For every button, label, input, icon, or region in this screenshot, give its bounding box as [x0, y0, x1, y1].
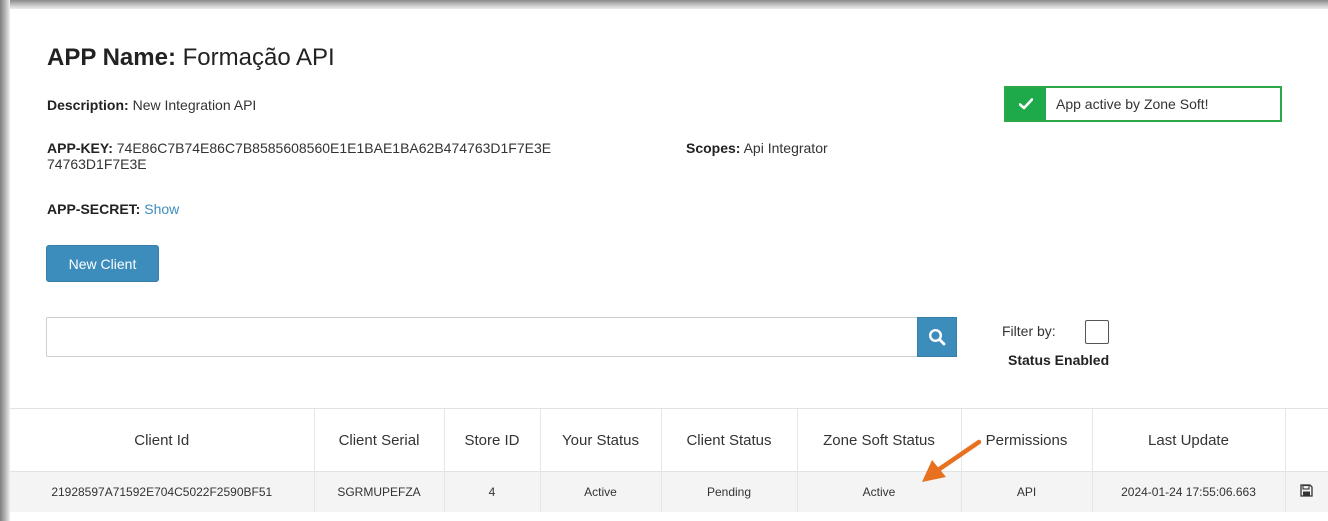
app-detail-panel: APP Name: Formação API Description: New … [10, 9, 1328, 521]
check-icon [1006, 88, 1046, 120]
filter-option-label: Status Enabled [1008, 352, 1110, 368]
column-header-client-status[interactable]: Client Status [660, 408, 797, 472]
cell-last-update: 2024-01-24 17:55:06.663 [1091, 471, 1285, 512]
search-input[interactable] [46, 317, 918, 357]
column-header-store-id[interactable]: Store ID [443, 408, 540, 472]
save-icon[interactable] [1300, 484, 1313, 497]
secret-label: APP-SECRET: [47, 201, 141, 217]
app-name-value: Formação API [182, 44, 335, 71]
filter-label: Filter by: [1002, 323, 1056, 339]
description-value: New Integration API [132, 97, 257, 113]
search-icon [928, 328, 946, 346]
column-header-client-serial[interactable]: Client Serial [313, 408, 444, 472]
appkey-label: APP-KEY: [47, 140, 113, 156]
page-title: APP Name: Formação API [47, 44, 335, 72]
cell-your-status: Active [539, 471, 661, 512]
clients-table: Client Id Client Serial Store ID Your St… [10, 408, 1328, 512]
app-name-label: APP Name: [47, 44, 176, 71]
description-label: Description: [47, 97, 129, 113]
column-header-client-id[interactable]: Client Id [10, 408, 314, 472]
appkey-value-line2: 74763D1F7E3E [47, 156, 147, 172]
show-secret-link[interactable]: Show [144, 201, 179, 217]
cell-client-serial: SGRMUPEFZA [313, 471, 444, 512]
status-badge: App active by Zone Soft! [1004, 86, 1282, 122]
column-header-actions [1284, 408, 1328, 472]
scopes-label: Scopes: [686, 140, 741, 156]
window-frame-top [0, 0, 1328, 9]
status-enabled-checkbox[interactable] [1085, 320, 1109, 344]
status-text: App active by Zone Soft! [1056, 96, 1209, 112]
app-scopes: Scopes: Api Integrator [686, 140, 828, 156]
column-header-your-status[interactable]: Your Status [539, 408, 661, 472]
table-header-row: Client Id Client Serial Store ID Your St… [10, 408, 1328, 472]
appkey-value-line1: 74E86C7B74E86C7B8585608560E1E1BAE1BA62B4… [116, 140, 552, 156]
cell-client-id: 21928597A71592E704C5022F2590BF51 [10, 471, 314, 512]
search-button[interactable] [917, 317, 957, 357]
cell-action [1284, 471, 1328, 512]
new-client-button[interactable]: New Client [46, 245, 159, 282]
scopes-value: Api Integrator [743, 140, 828, 156]
column-header-last-update[interactable]: Last Update [1091, 408, 1285, 472]
app-secret: APP-SECRET: Show [47, 201, 179, 217]
app-key: APP-KEY: 74E86C7B74E86C7B8585608560E1E1B… [47, 140, 551, 172]
table-row[interactable]: 21928597A71592E704C5022F2590BF51 SGRMUPE… [10, 471, 1328, 512]
app-description: Description: New Integration API [47, 97, 256, 113]
cell-client-status: Pending [660, 471, 797, 512]
annotation-arrow-icon [922, 439, 982, 482]
cell-store-id: 4 [443, 471, 540, 512]
window-frame-left [0, 0, 10, 521]
